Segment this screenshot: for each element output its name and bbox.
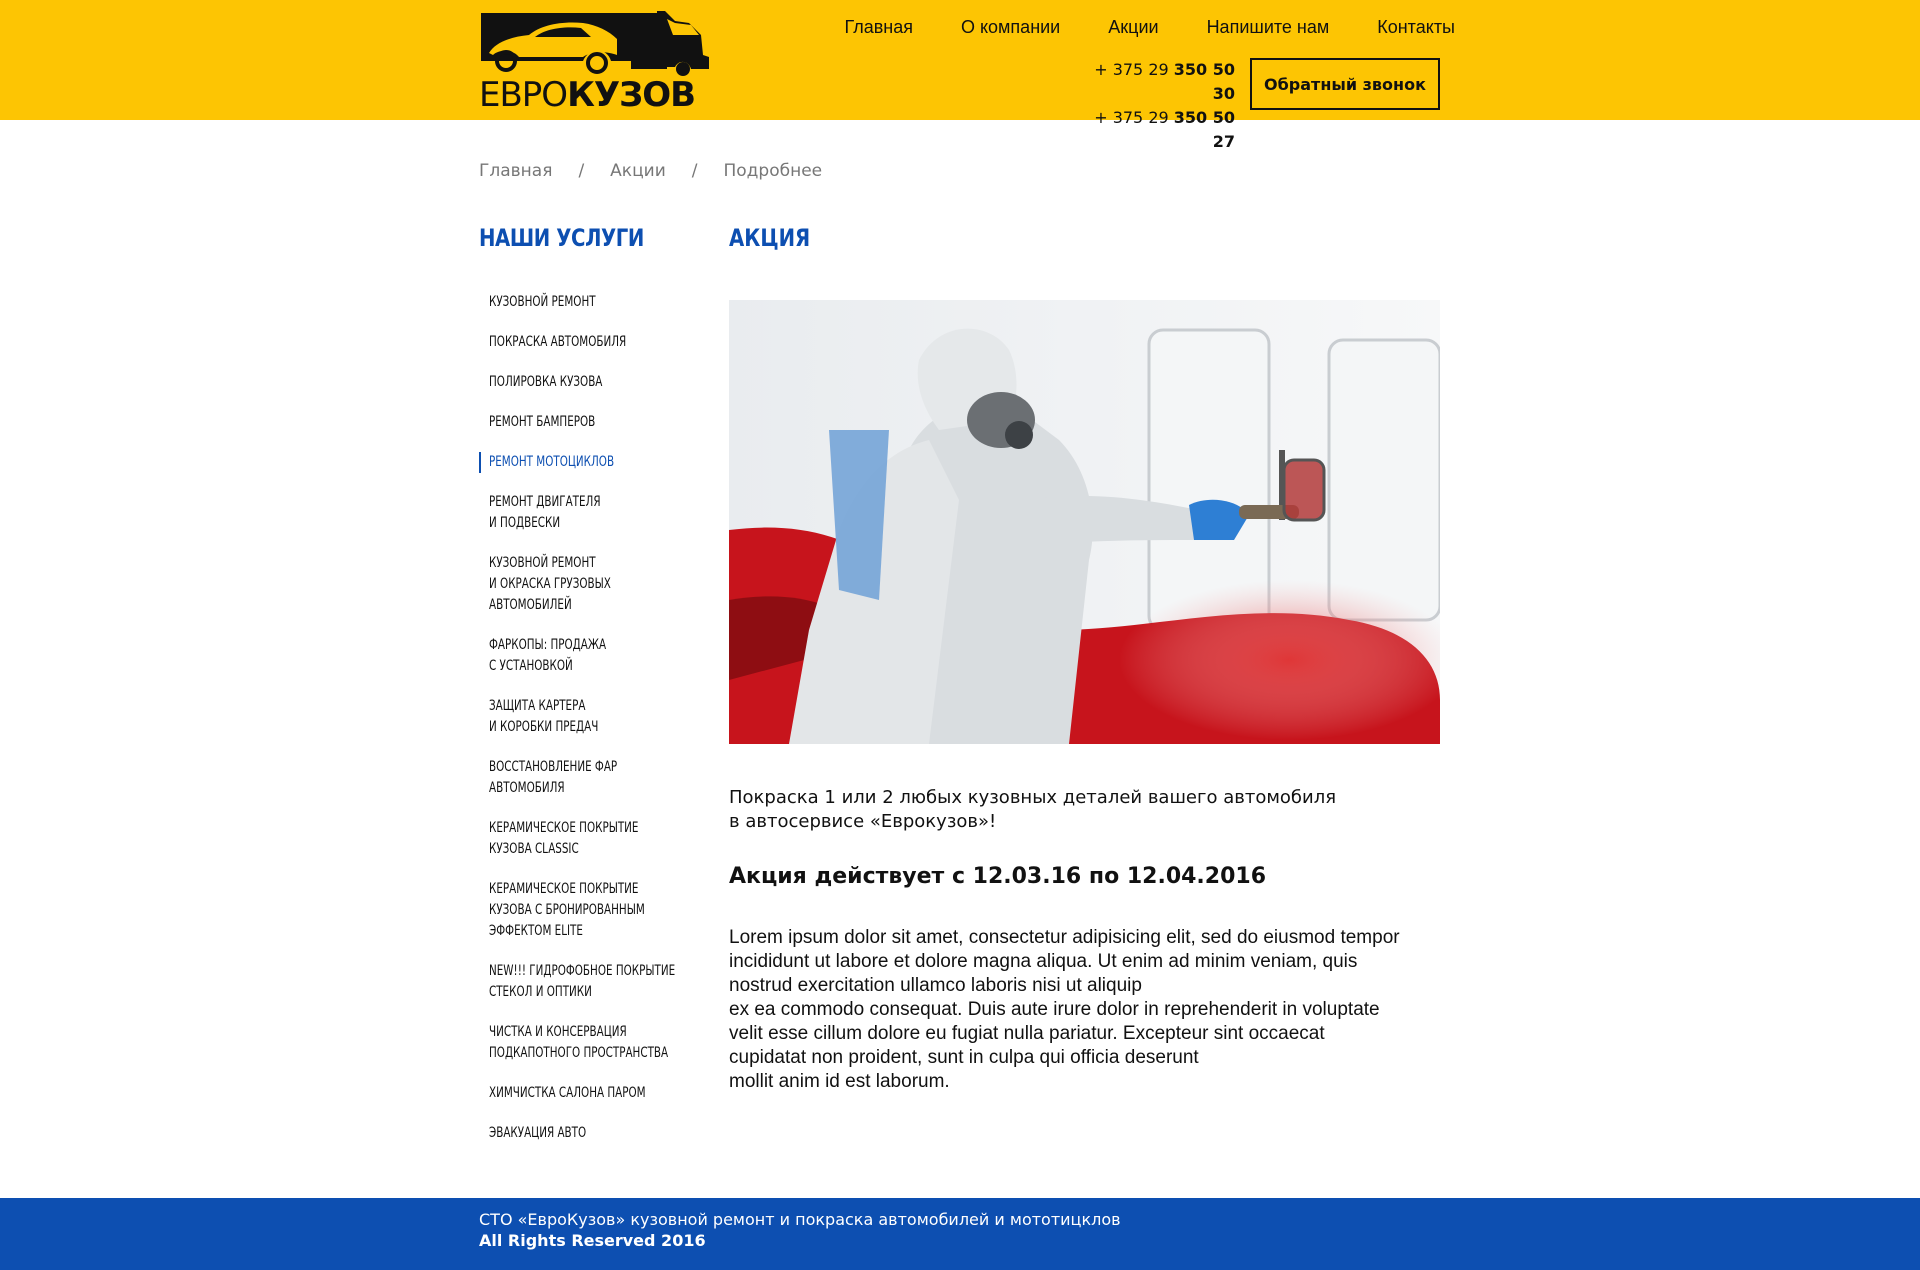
nav-about[interactable]: О компании [961,15,1060,39]
sidebar-service-label: Эвакуация авто [489,1125,587,1141]
sidebar-service-item[interactable]: Полировка кузова [479,372,689,393]
body-line: mollit anim id est laborum. [729,1071,950,1092]
sidebar-service-item[interactable]: NEW!!! Гидрофобное покрытие стекол и опти… [479,961,689,1003]
sidebar-title: НАШИ УСЛУГИ [479,224,644,252]
promo-photo [729,300,1440,744]
sidebar-service-label: эффектом Elite [489,923,583,939]
sidebar-service-label: и коробки предач [489,719,599,735]
sidebar-service-item[interactable]: Ремонт двигателя и подвески [479,492,689,534]
site-header: ЕВРОКУЗОВ Главная О компании Акции Напиш… [0,0,1920,151]
breadcrumb-current: Подробнее [723,161,823,181]
sidebar-service-item[interactable]: Эвакуация авто [479,1123,689,1144]
logo-text-part1: ЕВРО [479,75,568,115]
body-line: cupidatat non proident, sunt in culpa qu… [729,1047,1199,1068]
sidebar-service-label: Керамическое покрытие [489,881,639,897]
sidebar-service-label: кузова Classic [489,841,579,857]
sidebar-service-label: Защита картера [489,698,586,714]
painter-spraying-car-image [729,300,1440,744]
sidebar-service-label: подкапотного пространства [489,1045,669,1061]
sidebar-service-label: Керамическое покрытие [489,820,639,836]
body-line: nostrud exercitation ullamco laboris nis… [729,975,1142,996]
callback-button[interactable]: Обратный звонок [1250,58,1440,110]
sidebar-service-label: и окраска грузовых [489,576,611,592]
nav-promotions[interactable]: Акции [1108,15,1158,39]
phone-numbers: + 375 29 350 50 30 + 375 29 350 50 27 [1070,58,1235,154]
breadcrumb-home[interactable]: Главная [479,161,552,181]
breadcrumb-separator: / [578,161,585,181]
nav-home[interactable]: Главная [844,15,913,39]
breadcrumb-promotions[interactable]: Акции [610,161,666,181]
sidebar-service-label: Восстановление фар [489,759,618,775]
sidebar-service-label: и подвески [489,515,561,531]
sidebar-service-label: стекол и оптики [489,984,592,1000]
sidebar-service-label: NEW!!! Гидрофобное покрытие [489,963,676,979]
main-nav: Главная О компании Акции Напишите нам Ко… [796,15,1455,39]
sidebar-service-item[interactable]: Кузовной ремонт [479,292,689,313]
sidebar-service-label: Ремонт бамперов [489,414,596,430]
sidebar-service-item[interactable]: Покраска автомобиля [479,332,689,353]
breadcrumb-separator: / [691,161,698,181]
sidebar-service-label: Кузовной ремонт [489,294,596,310]
sidebar-service-item[interactable]: Восстановление фар автомобиля [479,757,689,799]
phone-1[interactable]: + 375 29 350 50 30 [1070,58,1235,106]
nav-write-us[interactable]: Напишите нам [1207,15,1330,39]
sidebar-service-label: с установкой [489,658,573,674]
sidebar-service-item[interactable]: Керамическое покрытие кузова Classic [479,818,689,860]
breadcrumb: Главная / Акции / Подробнее [479,161,822,181]
site-footer: СТО «ЕвроКузов» кузовной ремонт и покрас… [0,1198,1920,1270]
sidebar-service-item[interactable]: Фаркопы: продажа с установкой [479,635,689,677]
logo[interactable]: ЕВРОКУЗОВ [479,9,711,115]
services-list: Кузовной ремонт Покраска автомобиля Полиро… [479,292,689,1163]
sidebar-service-item[interactable]: Керамическое покрытие кузова с бронирован… [479,879,689,942]
logo-text: ЕВРОКУЗОВ [479,75,696,115]
sidebar-service-label: Полировка кузова [489,374,603,390]
sidebar-service-item[interactable]: Ремонт мотоциклов [479,452,689,473]
promo-dates: Акция действует с 12.03.16 по 12.04.2016 [729,864,1267,889]
sidebar-service-item[interactable]: Чистка и консервация подкапотного простра… [479,1022,689,1064]
sidebar-service-item[interactable]: Химчистка салона паром [479,1083,689,1104]
body-line: incididunt ut labore et dolore magna ali… [729,951,1358,972]
sidebar-service-label: Ремонт мотоциклов [489,454,615,470]
promo-body-text: Lorem ipsum dolor sit amet, consectetur … [729,926,1459,1094]
sidebar-service-item[interactable]: Кузовной ремонт и окраска грузовых автомоб… [479,553,689,616]
sidebar-service-label: Химчистка салона паром [489,1085,646,1101]
body-line: Lorem ipsum dolor sit amet, consectetur … [729,927,1400,948]
sidebar-service-label: Фаркопы: продажа [489,637,607,653]
footer-company-text: СТО «ЕвроКузов» кузовной ремонт и покрас… [479,1210,1121,1229]
sidebar-service-label: Чистка и консервация [489,1024,627,1040]
logo-text-part2: КУЗОВ [567,75,696,115]
body-line: ex ea commodo consequat. Duis aute irure… [729,999,1380,1020]
promo-description-line: в автосервисе «Еврокузов»! [729,811,997,832]
promo-description: Покраска 1 или 2 любых кузовных деталей … [729,786,1440,834]
footer-copyright: All Rights Reserved 2016 [479,1231,706,1250]
sidebar-service-label: Кузовной ремонт [489,555,596,571]
sidebar-service-item[interactable]: Защита картера и коробки предач [479,696,689,738]
sidebar-service-label: Ремонт двигателя [489,494,601,510]
sidebar-service-label: автомобиля [489,780,565,796]
sidebar-service-item[interactable]: Ремонт бамперов [479,412,689,433]
sidebar-service-label: автомобилей [489,597,572,613]
nav-contacts[interactable]: Контакты [1377,15,1455,39]
body-line: velit esse cillum dolore eu fugiat nulla… [729,1023,1325,1044]
promo-description-line: Покраска 1 или 2 любых кузовных деталей … [729,787,1337,808]
phone-2[interactable]: + 375 29 350 50 27 [1070,106,1235,154]
sidebar-service-label: Покраска автомобиля [489,334,627,350]
truck-car-logo-icon [481,11,709,76]
sidebar-service-label: кузова с бронированным [489,902,645,918]
page-title: АКЦИЯ [729,224,811,252]
